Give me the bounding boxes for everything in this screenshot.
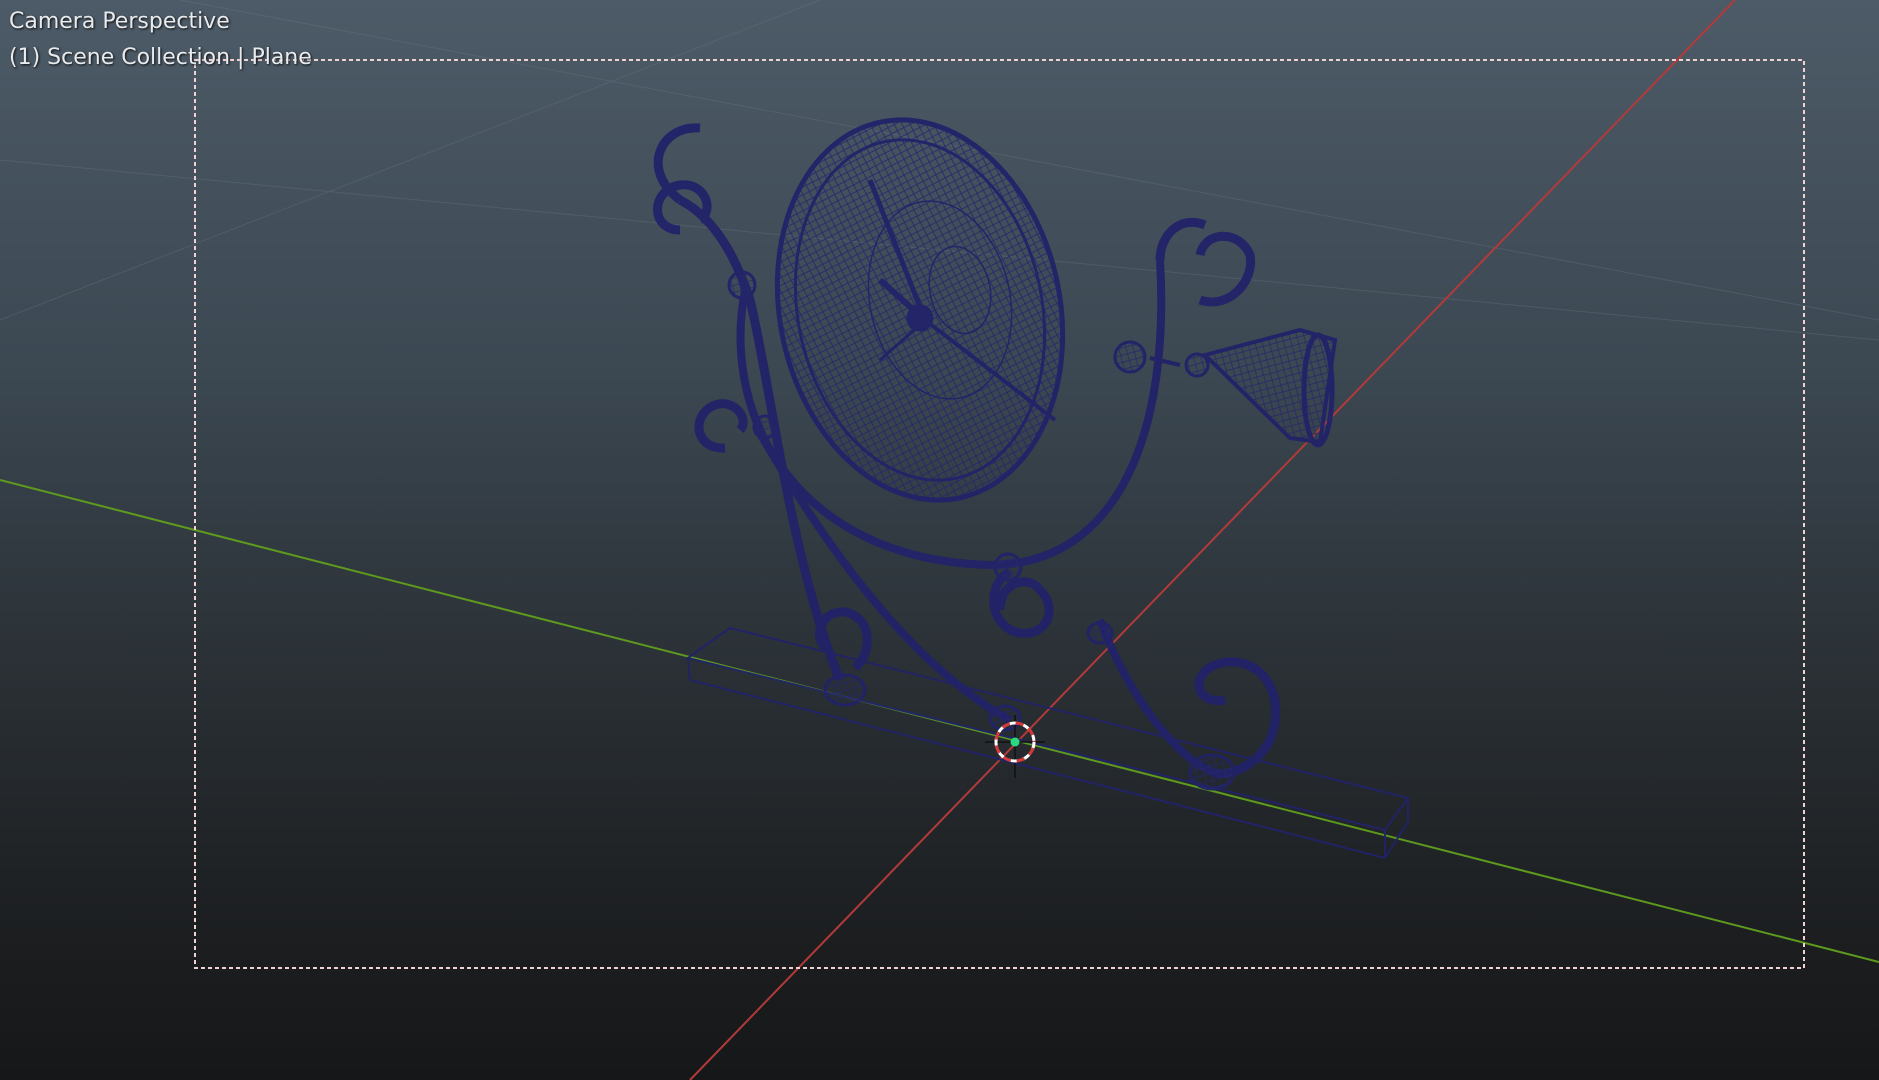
- clock-face: [774, 117, 1066, 503]
- 3d-viewport[interactable]: Camera Perspective (1) Scene Collection …: [0, 0, 1879, 1080]
- base-bar: [685, 626, 1410, 859]
- viewport-scene[interactable]: [0, 0, 1879, 1080]
- object-origin-icon: [1010, 737, 1020, 747]
- view-name-label: Camera Perspective: [9, 9, 230, 34]
- bell: [1149, 327, 1338, 448]
- collection-info-label: (1) Scene Collection | Plane: [9, 45, 312, 70]
